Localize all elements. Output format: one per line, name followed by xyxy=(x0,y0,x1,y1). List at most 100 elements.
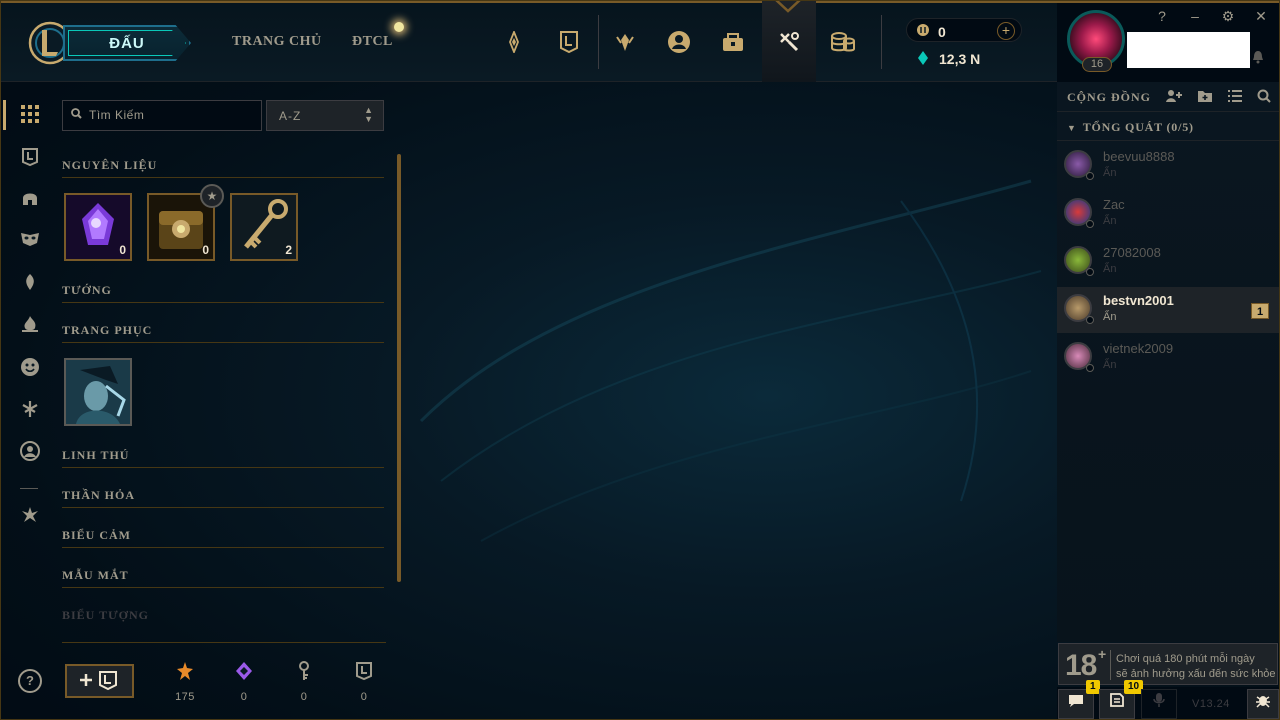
microphone-icon[interactable] xyxy=(1141,689,1177,719)
skin-tile[interactable] xyxy=(64,358,132,426)
friend-row[interactable]: 27082008 Ẩn xyxy=(1057,239,1279,285)
section-title-chromas[interactable]: THẦN HỎA xyxy=(62,488,135,503)
close-button[interactable]: ✕ xyxy=(1253,8,1269,25)
eye-pattern-icon[interactable] xyxy=(19,399,41,421)
rail-divider xyxy=(20,488,38,489)
flame-icon[interactable] xyxy=(19,315,41,337)
ward-icon[interactable] xyxy=(19,273,41,295)
social-panel: CỘNG ĐỒNG ▼ TỔNG QUÁT (0/5) beevuu8888 Ẩn xyxy=(1057,82,1279,642)
group-divider xyxy=(1057,140,1279,141)
help-button[interactable]: ? xyxy=(1154,8,1170,24)
bottom-divider xyxy=(62,642,386,643)
collection-icon[interactable] xyxy=(556,29,582,55)
search-box xyxy=(62,100,262,131)
buy-rp-button[interactable]: + xyxy=(997,22,1015,40)
friend-row[interactable]: beevuu8888 Ẩn xyxy=(1057,143,1279,189)
nav-separator xyxy=(881,15,882,69)
friend-name: 27082008 xyxy=(1103,245,1161,260)
section-divider xyxy=(62,587,384,588)
play-button-label: ĐẤU xyxy=(109,34,145,52)
orange-essence-value: 175 xyxy=(175,691,195,703)
age-rating-number: 18 xyxy=(1065,649,1097,682)
section-divider xyxy=(62,342,384,343)
ranked-icon[interactable] xyxy=(612,29,638,55)
material-tile-orb[interactable]: 0 xyxy=(64,193,132,261)
age-warning-text: Chơi quá 180 phút mỗi ngày sẽ ảnh hưởng … xyxy=(1116,652,1276,682)
client-window: ĐẤU TRANG CHỦ ĐTCL 0 + 12,3 N 16 ? – ⚙ ✕ xyxy=(0,0,1280,720)
section-title-champions[interactable]: TƯỚNG xyxy=(62,283,112,298)
emote-smile-icon[interactable] xyxy=(19,357,41,379)
bell-icon[interactable] xyxy=(1252,50,1264,67)
collection-rail-icon[interactable] xyxy=(19,147,41,169)
section-title-icons[interactable]: BIỂU TƯỢNG xyxy=(62,608,149,623)
friend-row-selected[interactable]: bestvn2001 Ẩn 1 xyxy=(1057,287,1279,333)
friend-name: beevuu8888 xyxy=(1103,149,1175,164)
friend-row[interactable]: Zac Ẩn xyxy=(1057,191,1279,237)
profile-icon-rail[interactable] xyxy=(19,441,41,463)
skins-mask-icon[interactable] xyxy=(19,231,41,253)
background-swirl xyxy=(419,179,1042,542)
mythic-essence-value: 0 xyxy=(240,691,248,703)
material-count: 2 xyxy=(285,243,292,257)
settings-gear-icon[interactable]: ⚙ xyxy=(1220,8,1236,25)
mythic-essence-counter: 0 xyxy=(224,661,264,703)
client-version: V13.24 xyxy=(1192,698,1230,710)
loot-icon[interactable] xyxy=(720,29,746,55)
friend-group-label: TỔNG QUÁT (0/5) xyxy=(1082,120,1194,134)
orange-essence-counter: 175 xyxy=(165,661,205,703)
grid-all-icon[interactable] xyxy=(19,105,41,127)
collection-scrollbar[interactable] xyxy=(397,154,401,582)
add-to-collection-button[interactable] xyxy=(65,664,134,698)
play-button[interactable]: ĐẤU xyxy=(63,25,191,61)
section-title-emotes[interactable]: BIỂU CẢM xyxy=(62,528,131,543)
search-input[interactable] xyxy=(89,108,254,122)
add-folder-icon[interactable] xyxy=(1196,89,1214,105)
section-divider xyxy=(62,177,384,178)
minimize-button[interactable]: – xyxy=(1187,8,1203,24)
friend-row[interactable]: vietnek2009 Ẩn xyxy=(1057,335,1279,381)
friend-name: Zac xyxy=(1103,197,1125,212)
age-divider xyxy=(1110,650,1111,680)
list-view-icon[interactable] xyxy=(1226,89,1244,105)
add-friend-icon[interactable] xyxy=(1165,89,1183,105)
section-title-ward-skins[interactable]: LINH THÚ xyxy=(62,448,129,463)
age-rating-warning: 18 + Chơi quá 180 phút mỗi ngày sẽ ảnh h… xyxy=(1058,643,1278,685)
nav-home[interactable]: TRANG CHỦ xyxy=(232,34,322,50)
champion-helmet-icon[interactable] xyxy=(19,189,41,211)
material-tile-key[interactable]: 2 xyxy=(230,193,298,261)
bug-report-icon[interactable] xyxy=(1247,689,1279,719)
store-icon[interactable] xyxy=(830,29,856,55)
riot-points-icon xyxy=(916,23,930,40)
orange-essence-icon xyxy=(165,661,205,683)
search-icon xyxy=(71,108,82,122)
friend-group-header[interactable]: ▼ TỔNG QUÁT (0/5) xyxy=(1067,120,1194,135)
rail-active-indicator xyxy=(3,100,6,130)
material-count: 0 xyxy=(202,243,209,257)
key-fragment-counter: 0 xyxy=(284,661,324,703)
social-title: CỘNG ĐỒNG xyxy=(1067,90,1151,104)
riot-points-value: 0 xyxy=(938,24,946,40)
social-search-icon[interactable] xyxy=(1255,89,1273,105)
collapse-triangle-icon: ▼ xyxy=(1067,123,1077,133)
friend-name: vietnek2009 xyxy=(1103,341,1174,356)
section-divider xyxy=(62,302,384,303)
dropdown-arrows-icon: ▲ ▼ xyxy=(364,105,374,124)
social-header: CỘNG ĐỒNG xyxy=(1057,82,1279,112)
profile-icon[interactable] xyxy=(666,29,692,55)
section-title-eye-patterns[interactable]: MẪU MẮT xyxy=(62,568,129,583)
section-title-materials[interactable]: NGUYÊN LIỆU xyxy=(62,158,157,173)
chat-badge: 1 xyxy=(1086,680,1100,694)
help-circle-icon[interactable]: ? xyxy=(18,669,42,693)
tft-icon[interactable] xyxy=(19,505,41,527)
friend-status-dot xyxy=(1086,268,1094,276)
section-title-skins[interactable]: TRANG PHỤC xyxy=(62,323,152,338)
unread-message-badge: 1 xyxy=(1251,303,1269,319)
token-icon xyxy=(344,661,384,683)
key-fragment-icon xyxy=(284,661,324,683)
notification-dot xyxy=(394,22,404,32)
sort-dropdown[interactable]: A-Z ▲ ▼ xyxy=(266,100,384,131)
esports-icon[interactable] xyxy=(501,29,527,55)
nav-tft[interactable]: ĐTCL xyxy=(352,34,393,50)
crafting-icon[interactable] xyxy=(776,29,802,55)
section-divider xyxy=(62,467,384,468)
